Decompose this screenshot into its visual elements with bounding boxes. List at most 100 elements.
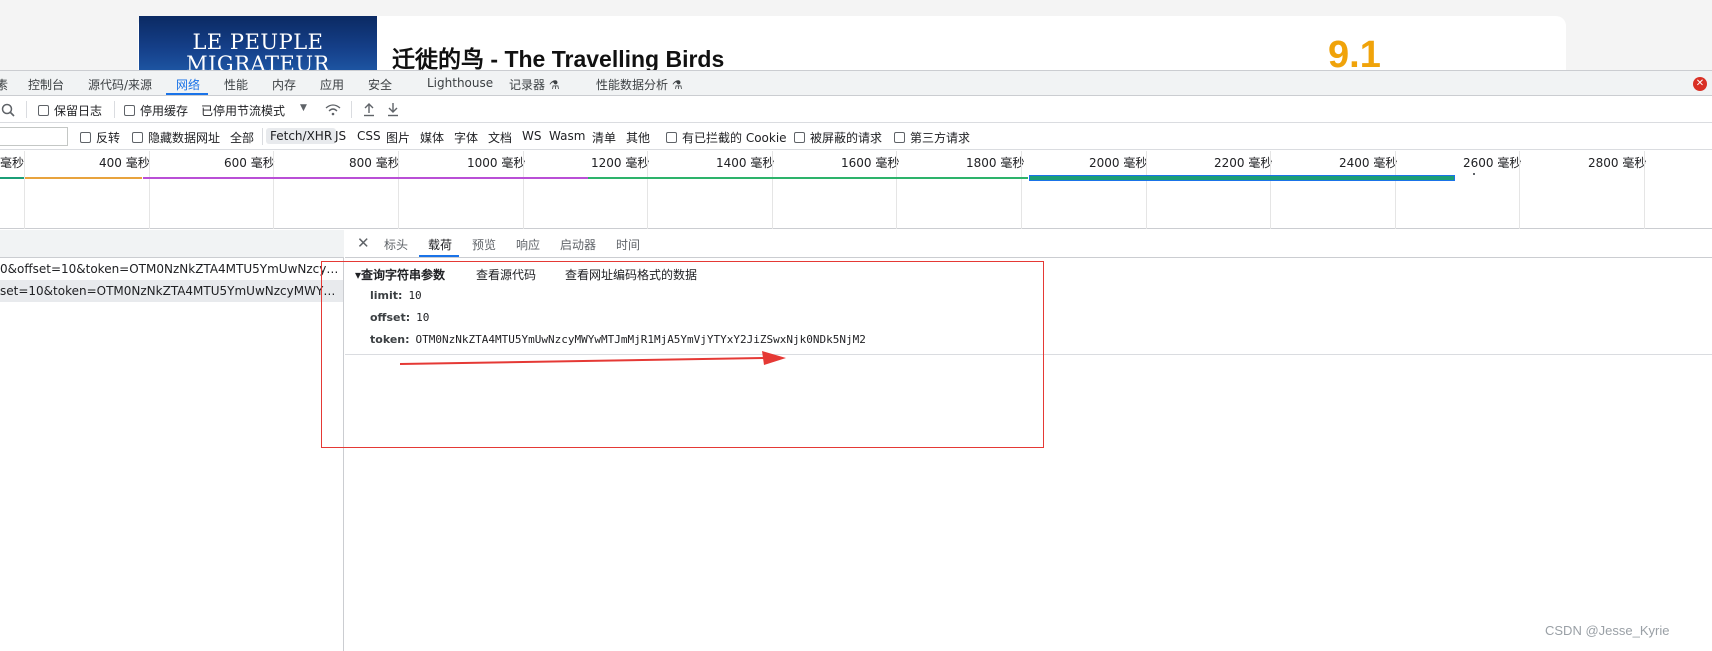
network-timeline-overview[interactable]: 毫秒 400 毫秒 600 毫秒 800 毫秒 1000 毫秒 1200 毫秒 … xyxy=(0,151,1712,229)
page-background: LE PEUPLE MIGRATEUR 迁徙的鸟 - The Travellin… xyxy=(0,0,1712,70)
filter-toolbar: 反转 隐藏数据网址 全部 Fetch/XHR JS CSS 图片 媒体 字体 文… xyxy=(0,124,1712,150)
timeline-tick: 2400 毫秒 xyxy=(1339,156,1398,170)
download-icon[interactable] xyxy=(386,102,400,117)
filter-js[interactable]: JS xyxy=(335,129,346,143)
grid-line xyxy=(772,151,773,229)
invert-checkbox[interactable]: 反转 xyxy=(80,129,120,146)
timeline-bar-orange xyxy=(25,177,142,179)
grid-line xyxy=(523,151,524,229)
filter-img[interactable]: 图片 xyxy=(386,129,410,146)
devtools-tab-bar: 素 控制台 源代码/来源 网络 性能 内存 应用 安全 Lighthouse 记… xyxy=(0,70,1712,96)
timeline-tick: 1000 毫秒 xyxy=(467,156,526,170)
grid-line xyxy=(398,151,399,229)
filter-input[interactable] xyxy=(0,127,68,146)
checkbox-icon xyxy=(38,105,49,116)
timeline-tick: 400 毫秒 xyxy=(99,156,150,170)
checkbox-icon xyxy=(80,132,91,143)
timeline-tick: 600 毫秒 xyxy=(224,156,275,170)
poster-title-line1: LE PEUPLE xyxy=(192,30,324,54)
tab-security[interactable]: 安全 xyxy=(368,76,392,93)
timeline-tick: 毫秒 xyxy=(0,156,25,170)
grid-line xyxy=(1146,151,1147,229)
request-list-header xyxy=(0,230,344,258)
tab-performance[interactable]: 性能 xyxy=(224,76,248,93)
filter-doc[interactable]: 文档 xyxy=(488,129,512,146)
tab-initiator[interactable]: 启动器 xyxy=(560,236,596,253)
timeline-tick: 2000 毫秒 xyxy=(1089,156,1148,170)
detail-tab-bar: ✕ 标头 载荷 预览 响应 启动器 时间 xyxy=(345,230,1712,258)
tab-performance-insights[interactable]: 性能数据分析 ⚗ xyxy=(596,76,683,93)
tab-timing[interactable]: 时间 xyxy=(616,236,640,253)
movie-poster[interactable]: LE PEUPLE MIGRATEUR xyxy=(139,16,377,70)
filter-manifest[interactable]: 清单 xyxy=(592,129,616,146)
filter-other[interactable]: 其他 xyxy=(626,129,650,146)
tab-console[interactable]: 控制台 xyxy=(28,76,64,93)
network-conditions-icon[interactable] xyxy=(324,103,342,117)
third-party-label: 第三方请求 xyxy=(910,131,971,145)
tab-recorder[interactable]: 记录器 ⚗ xyxy=(509,76,560,93)
tab-network[interactable]: 网络 xyxy=(176,76,200,93)
tab-application[interactable]: 应用 xyxy=(320,76,344,93)
movie-score: 9.1 xyxy=(1328,34,1381,70)
grid-line xyxy=(149,151,150,229)
timeline-tick: 1800 毫秒 xyxy=(966,156,1025,170)
blocked-requests-label: 被屏蔽的请求 xyxy=(810,131,883,145)
blocked-cookies-checkbox[interactable]: 有已拦截的 Cookie xyxy=(666,129,787,146)
grid-line xyxy=(1270,151,1271,229)
filter-wasm[interactable]: Wasm xyxy=(549,129,585,143)
timeline-tick: 1200 毫秒 xyxy=(591,156,650,170)
checkbox-icon xyxy=(132,132,143,143)
filter-fetch-xhr[interactable]: Fetch/XHR xyxy=(266,128,337,144)
tab-preview[interactable]: 预览 xyxy=(472,236,496,253)
tab-payload[interactable]: 载荷 xyxy=(428,236,452,253)
timeline-bar-green xyxy=(588,177,1028,179)
filter-all[interactable]: 全部 xyxy=(230,129,254,146)
throttling-select[interactable]: 已停用节流模式 xyxy=(201,102,285,119)
annotation-arrow-icon xyxy=(399,351,786,365)
search-icon[interactable] xyxy=(1,103,15,117)
third-party-checkbox[interactable]: 第三方请求 xyxy=(894,129,970,146)
grid-line xyxy=(896,151,897,229)
throttling-value: 已停用节流模式 xyxy=(201,104,286,118)
active-tab-indicator xyxy=(419,255,459,257)
filter-font[interactable]: 字体 xyxy=(454,129,478,146)
hide-data-urls-checkbox[interactable]: 隐藏数据网址 xyxy=(132,129,220,146)
request-row[interactable]: 0&offset=10&token=OTM0NzNkZTA4MTU5YmUwNz… xyxy=(0,258,343,280)
poster-title-line2: MIGRATEUR xyxy=(186,52,330,70)
filter-css[interactable]: CSS xyxy=(357,129,381,143)
upload-icon[interactable] xyxy=(362,102,376,117)
disable-cache-label: 停用缓存 xyxy=(140,104,189,118)
filter-ws[interactable]: WS xyxy=(522,129,541,143)
movie-title[interactable]: 迁徙的鸟 - The Travelling Birds xyxy=(392,40,724,70)
checkbox-icon xyxy=(794,132,805,143)
timeline-tick: 2200 毫秒 xyxy=(1214,156,1273,170)
grid-line xyxy=(24,151,25,229)
tab-elements[interactable]: 素 xyxy=(0,76,8,93)
toolbar-divider xyxy=(351,101,352,118)
toolbar-divider xyxy=(114,101,115,118)
disable-cache-checkbox[interactable]: 停用缓存 xyxy=(124,102,188,119)
tab-response[interactable]: 响应 xyxy=(516,236,540,253)
filter-media[interactable]: 媒体 xyxy=(420,129,444,146)
close-icon[interactable]: ✕ xyxy=(357,234,370,252)
grid-line xyxy=(647,151,648,229)
grid-line xyxy=(273,151,274,229)
timeline-tick: 800 毫秒 xyxy=(349,156,400,170)
tab-lighthouse[interactable]: Lighthouse xyxy=(427,76,493,90)
hide-data-urls-label: 隐藏数据网址 xyxy=(148,131,221,145)
checkbox-icon xyxy=(894,132,905,143)
preserve-log-checkbox[interactable]: 保留日志 xyxy=(38,102,102,119)
request-row[interactable]: set=10&token=OTM0NzNkZTA4MTU5YmUwNzcyMWY… xyxy=(0,280,343,302)
tab-sources[interactable]: 源代码/来源 xyxy=(88,76,152,93)
checkbox-icon xyxy=(666,132,677,143)
toolbar-divider xyxy=(26,101,27,118)
close-icon[interactable]: ✕ xyxy=(1693,77,1707,91)
invert-label: 反转 xyxy=(96,131,121,145)
checkbox-icon xyxy=(124,105,135,116)
tab-headers[interactable]: 标头 xyxy=(384,236,408,253)
tab-memory[interactable]: 内存 xyxy=(272,76,296,93)
blocked-requests-checkbox[interactable]: 被屏蔽的请求 xyxy=(794,129,882,146)
grid-line xyxy=(1519,151,1520,229)
chevron-down-icon[interactable]: ▼ xyxy=(300,103,307,113)
request-list: 0&offset=10&token=OTM0NzNkZTA4MTU5YmUwNz… xyxy=(0,230,344,651)
